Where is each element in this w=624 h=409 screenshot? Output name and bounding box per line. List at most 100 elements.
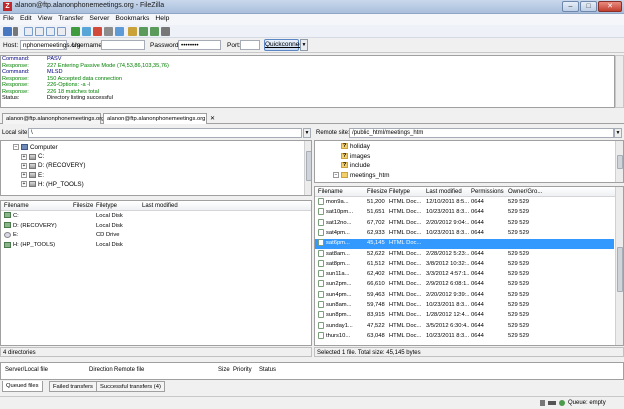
file-type: HTML Doc...	[389, 240, 422, 247]
local-col-filename[interactable]: Filename	[4, 203, 29, 209]
queue-col-server-local-file[interactable]: Server/Local file	[5, 367, 48, 373]
queue-col-direction[interactable]: Direction	[89, 367, 113, 373]
expander-icon[interactable]: +	[21, 153, 27, 160]
remote-file-row[interactable]: sun11a... 62,402 HTML Doc... 3/3/2012 4:57:…	[315, 270, 614, 280]
remote-file-row[interactable]: mon9a... 51,200 HTML Doc... 12/10/2011 8:5.…	[315, 198, 614, 208]
quickconnect-button[interactable]: Quickconnect	[264, 39, 304, 51]
menu-server[interactable]: Server	[86, 14, 112, 23]
toggle-local-tree-icon[interactable]	[35, 27, 44, 36]
toggle-log-icon[interactable]	[24, 27, 33, 36]
remote-tree-node[interactable]: ? holiday	[341, 142, 370, 151]
toggle-queue-icon[interactable]	[57, 27, 66, 36]
file-type: HTML Doc...	[389, 322, 422, 329]
expander-icon[interactable]: +	[21, 162, 27, 169]
quickconnect-history-dropdown[interactable]: ▼	[300, 39, 308, 51]
queue-col-remote-file[interactable]: Remote file	[114, 367, 144, 373]
local-tree-node[interactable]: + D: (RECOVERY)	[21, 161, 85, 170]
remote-file-row[interactable]: sat8am... 52,622 HTML Doc... 2/28/2012 5:23…	[315, 249, 614, 260]
close-button[interactable]: ✕	[598, 1, 622, 12]
remote-file-row[interactable]: sun2pm... 66,610 HTML Doc... 2/9/2012 6:08:…	[315, 280, 614, 290]
local-tree-node[interactable]: − Computer	[13, 143, 58, 152]
remote-col-filetype[interactable]: Filetype	[389, 189, 410, 195]
queue-status-text: Queue: empty	[568, 400, 606, 406]
menu-bookmarks[interactable]: Bookmarks	[112, 14, 152, 23]
refresh-icon[interactable]	[71, 27, 80, 36]
remote-file-row-selected[interactable]: sat6pm... 45,145 HTML Doc...	[315, 239, 614, 249]
remote-tree-node[interactable]: − meetings_htm	[333, 171, 390, 180]
queue-col-size[interactable]: Size	[218, 367, 230, 373]
tab-failed-transfers[interactable]: Failed transfers	[49, 381, 97, 392]
compare-directories-icon[interactable]	[139, 27, 148, 36]
remote-file-row[interactable]: sun4pm... 59,463 HTML Doc... 2/20/2012 9:39…	[315, 290, 614, 301]
remote-col-last-modified[interactable]: Last modified	[426, 189, 462, 195]
remote-file-row[interactable]: thurs10... 63,048 HTML Doc... 10/23/2011 8:…	[315, 331, 614, 342]
local-col-filetype[interactable]: Filetype	[96, 203, 117, 209]
menu-view[interactable]: View	[35, 14, 56, 23]
tab-queued-files[interactable]: Queued files	[2, 381, 43, 392]
maximize-button[interactable]: □	[580, 1, 597, 12]
local-col-last-modified[interactable]: Last modified	[142, 203, 178, 209]
connection-tab[interactable]: alanon@ftp.alanonphonemeetings.org	[2, 113, 104, 124]
remote-file-row[interactable]: sun8am... 59,748 HTML Doc... 10/23/2011 8:3…	[315, 301, 614, 311]
menu-transfer[interactable]: Transfer	[55, 14, 86, 23]
username-input[interactable]	[101, 40, 145, 50]
sync-browsing-icon[interactable]	[150, 27, 159, 36]
queue-col-priority[interactable]: Priority	[233, 367, 252, 373]
remote-site-input[interactable]: /public_html/meetings_htm	[349, 128, 614, 138]
message-log-scrollbar[interactable]	[615, 55, 624, 108]
remote-col-permissions[interactable]: Permissions	[471, 189, 504, 195]
remote-tree-node[interactable]: ? images	[341, 152, 370, 161]
toggle-remote-tree-icon[interactable]	[46, 27, 55, 36]
expander-icon[interactable]: +	[21, 171, 27, 178]
expander-icon[interactable]: −	[13, 144, 19, 151]
remote-list-scrollbar[interactable]	[615, 187, 623, 345]
cancel-operation-icon[interactable]	[93, 27, 102, 36]
port-input[interactable]	[240, 40, 260, 50]
remote-col-filesize[interactable]: Filesize	[367, 189, 387, 195]
remote-tree-node[interactable]: ? include	[341, 161, 370, 170]
menu-edit[interactable]: Edit	[17, 14, 35, 23]
remote-file-row[interactable]: sat8pm... 61,512 HTML Doc... 3/8/2012 10:32…	[315, 259, 614, 270]
host-input[interactable]: nphonemeetings.org	[20, 40, 80, 50]
minimize-button[interactable]: –	[562, 1, 579, 12]
local-col-filesize[interactable]: Filesize	[73, 203, 93, 209]
site-manager-dropdown-icon[interactable]	[13, 27, 18, 36]
menu-help[interactable]: Help	[152, 14, 172, 23]
remote-file-row[interactable]: sat4pm... 62,933 HTML Doc... 10/23/2011 8:3…	[315, 228, 614, 239]
connection-tab-active[interactable]: alanon@ftp.alanonphonemeetings.org ✕	[103, 113, 215, 124]
search-remote-files-icon[interactable]	[161, 27, 170, 36]
local-file-row[interactable]: E: CD Drive	[1, 231, 311, 241]
remote-file-row[interactable]: sat12no... 67,702 HTML Doc... 2/20/2012 9:0…	[315, 218, 614, 229]
tab-close-icon[interactable]: ✕	[210, 116, 215, 122]
expander-icon[interactable]: +	[21, 181, 27, 188]
tab-successful-transfers[interactable]: Successful transfers (4)	[96, 381, 165, 392]
local-site-dropdown[interactable]: ▼	[303, 128, 311, 138]
html-file-icon	[318, 198, 324, 205]
remote-file-row[interactable]: sat10pm... 51,651 HTML Doc... 10/23/2011 8:…	[315, 208, 614, 218]
expander-icon[interactable]: −	[333, 171, 339, 178]
local-file-row[interactable]: D: (RECOVERY) Local Disk	[1, 222, 311, 232]
queue-col-status[interactable]: Status	[259, 367, 276, 373]
local-tree-node[interactable]: + C:	[21, 152, 44, 161]
site-manager-icon[interactable]	[3, 27, 12, 36]
disconnect-icon[interactable]	[104, 27, 113, 36]
remote-file-row[interactable]: sunday1... 47,522 HTML Doc... 3/5/2012 6:30…	[315, 321, 614, 332]
menu-file[interactable]: File	[0, 14, 17, 23]
remote-site-dropdown[interactable]: ▼	[614, 128, 622, 138]
file-name: sun11a...	[326, 271, 350, 278]
remote-file-row[interactable]: sun8pm... 83,915 HTML Doc... 1/28/2012 12:4…	[315, 311, 614, 321]
directory-filter-icon[interactable]	[128, 27, 137, 36]
reconnect-icon[interactable]	[115, 27, 124, 36]
file-permissions: 0644	[471, 250, 484, 257]
local-tree-scrollbar[interactable]	[304, 141, 311, 195]
local-file-row[interactable]: H: (HP_TOOLS) Local Disk	[1, 241, 311, 251]
password-input[interactable]: ••••••••	[178, 40, 221, 50]
remote-col-owner-group[interactable]: Owner/Gro...	[508, 189, 542, 195]
local-list-header: Filename ˆ Filesize Filetype Last modifi…	[1, 201, 311, 211]
local-file-row[interactable]: C: Local Disk	[1, 212, 311, 222]
local-tree-node[interactable]: + H: (HP_TOOLS)	[21, 180, 84, 189]
local-tree-node[interactable]: + E:	[21, 171, 44, 180]
process-queue-icon[interactable]	[82, 27, 91, 36]
remote-tree-scrollbar[interactable]	[615, 141, 623, 182]
local-site-input[interactable]: \	[28, 128, 302, 138]
